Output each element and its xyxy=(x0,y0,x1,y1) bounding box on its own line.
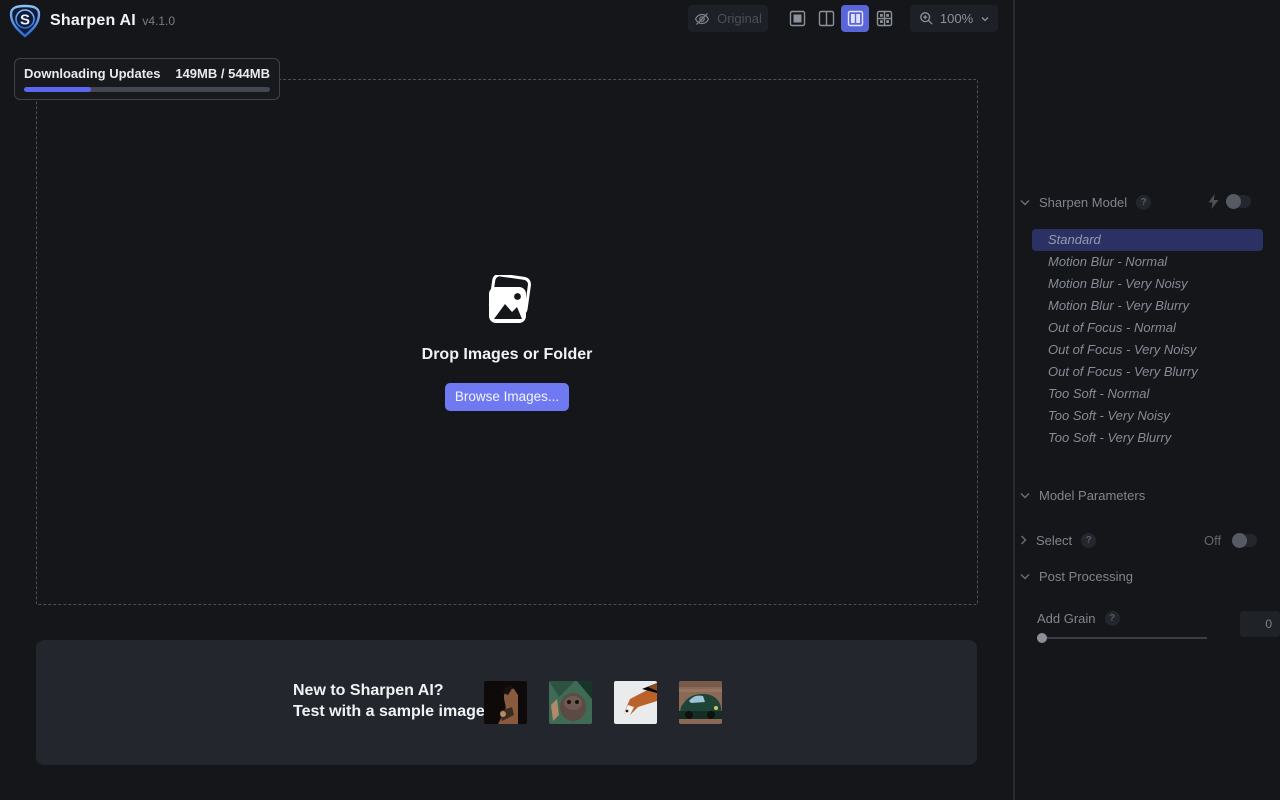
sharpen-model-list: Standard Motion Blur - Normal Motion Blu… xyxy=(1032,229,1263,449)
model-parameters-header[interactable]: Model Parameters xyxy=(1015,487,1145,503)
chevron-down-icon xyxy=(981,16,989,21)
photo-stack-icon xyxy=(488,275,531,323)
add-grain-slider[interactable] xyxy=(1037,631,1207,644)
zoom-in-icon xyxy=(920,12,933,25)
split-view-button[interactable] xyxy=(812,5,840,32)
download-progress-bar xyxy=(24,87,270,92)
app-brand: S Sharpen AI v4.1.0 xyxy=(8,4,175,38)
zoom-level: 100% xyxy=(939,11,974,26)
single-view-icon xyxy=(789,10,805,27)
sample-text-line1: New to Sharpen AI? xyxy=(293,682,444,699)
model-option-motion-blur-very-blurry[interactable]: Motion Blur - Very Blurry xyxy=(1032,295,1263,317)
model-option-motion-blur-very-noisy[interactable]: Motion Blur - Very Noisy xyxy=(1032,273,1263,295)
download-updates-card: Downloading Updates 149MB / 544MB xyxy=(14,58,280,100)
quad-view-icon xyxy=(876,10,892,27)
download-title: Downloading Updates xyxy=(24,66,161,81)
drop-zone-content: Drop Images or Folder Browse Images... xyxy=(36,275,978,411)
select-state-label: Off xyxy=(1204,533,1222,548)
model-option-out-of-focus-very-noisy[interactable]: Out of Focus - Very Noisy xyxy=(1032,339,1263,361)
model-option-motion-blur-normal[interactable]: Motion Blur - Normal xyxy=(1032,251,1263,273)
svg-text:S: S xyxy=(20,12,30,29)
model-option-too-soft-very-blurry[interactable]: Too Soft - Very Blurry xyxy=(1032,427,1263,449)
sample-thumb-portrait-woman[interactable] xyxy=(484,681,527,724)
sharpen-ai-window: S Sharpen AI v4.1.0 Original 100% Downlo… xyxy=(0,0,1280,800)
help-icon[interactable]: ? xyxy=(1081,532,1097,548)
single-view-button[interactable] xyxy=(783,5,811,32)
sharpen-ai-logo-icon: S xyxy=(9,4,41,38)
model-option-out-of-focus-very-blurry[interactable]: Out of Focus - Very Blurry xyxy=(1032,361,1263,383)
sample-text-line2: Test with a sample image xyxy=(293,703,485,720)
add-grain-control: Add Grain ? 0 xyxy=(1037,611,1280,643)
post-processing-header[interactable]: Post Processing xyxy=(1015,568,1133,584)
chevron-down-icon xyxy=(1020,199,1030,205)
chevron-down-icon xyxy=(1020,573,1030,579)
add-grain-value[interactable]: 0 xyxy=(1240,611,1280,637)
quad-view-button[interactable] xyxy=(870,5,898,32)
side-by-side-view-button[interactable] xyxy=(841,5,869,32)
chevron-down-icon xyxy=(1020,492,1030,498)
model-option-too-soft-very-noisy[interactable]: Too Soft - Very Noisy xyxy=(1032,405,1263,427)
download-progress-fill xyxy=(24,87,92,92)
view-mode-group xyxy=(783,5,898,32)
select-header[interactable]: Select ? xyxy=(1015,532,1097,548)
chevron-right-icon xyxy=(1021,535,1027,545)
model-option-too-soft-normal[interactable]: Too Soft - Normal xyxy=(1032,383,1263,405)
download-progress-text: 149MB / 544MB xyxy=(175,66,270,81)
model-parameters-label: Model Parameters xyxy=(1039,487,1146,503)
model-option-standard[interactable]: Standard xyxy=(1032,229,1263,251)
select-toggle[interactable] xyxy=(1232,533,1257,548)
sample-panel-text: New to Sharpen AI? Test with a sample im… xyxy=(293,680,485,722)
original-preview-button[interactable]: Original xyxy=(688,5,768,32)
model-option-out-of-focus-normal[interactable]: Out of Focus - Normal xyxy=(1032,317,1263,339)
sample-thumb-owl[interactable] xyxy=(549,681,592,724)
sample-images-panel: New to Sharpen AI? Test with a sample im… xyxy=(36,640,977,765)
sample-thumb-classic-green-car[interactable] xyxy=(679,681,722,724)
auto-bolt-icon xyxy=(1208,194,1219,209)
original-label: Original xyxy=(717,11,762,26)
browse-images-button[interactable]: Browse Images... xyxy=(445,383,569,411)
sample-thumb-fox-in-snow[interactable] xyxy=(614,681,657,724)
auto-model-toggle[interactable] xyxy=(1226,194,1251,209)
app-version: v4.1.0 xyxy=(142,14,176,28)
eye-off-icon xyxy=(694,12,710,25)
select-label: Select xyxy=(1036,532,1073,548)
sharpen-model-label: Sharpen Model xyxy=(1039,194,1128,210)
slider-track xyxy=(1037,637,1207,639)
drop-zone-title: Drop Images or Folder xyxy=(421,346,593,363)
settings-sidebar: Sharpen Model ? Standard Motion Blur - N… xyxy=(1015,0,1280,800)
add-grain-label: Add Grain xyxy=(1037,611,1096,626)
help-icon[interactable]: ? xyxy=(1136,194,1152,210)
split-view-icon xyxy=(818,10,834,27)
side-by-side-view-icon xyxy=(847,10,863,27)
help-icon[interactable]: ? xyxy=(1104,611,1120,626)
post-processing-label: Post Processing xyxy=(1039,568,1133,584)
app-title: Sharpen AI xyxy=(50,12,136,29)
sample-thumbnails xyxy=(484,681,722,724)
slider-knob[interactable] xyxy=(1037,633,1047,643)
sharpen-model-header[interactable]: Sharpen Model ? xyxy=(1015,194,1152,210)
zoom-control[interactable]: 100% xyxy=(910,5,998,32)
